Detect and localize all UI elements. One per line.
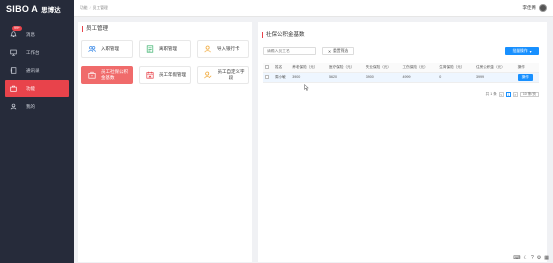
bell-icon bbox=[10, 31, 17, 38]
settings-icon[interactable]: ⚙ bbox=[537, 255, 541, 261]
page-size-select[interactable]: 10 条/页 bbox=[519, 92, 539, 97]
user-name: 李佳菁 bbox=[522, 5, 537, 10]
cell-medical: 5620 bbox=[327, 72, 364, 83]
briefcase-icon bbox=[10, 85, 17, 92]
table-header: 姓名 养老保险（元） 医疗保险（元） 失业保险（元） 工伤保险（元） 生育保险（… bbox=[263, 63, 539, 73]
prev-page-button[interactable]: < bbox=[498, 92, 504, 97]
system-tray: ⌨ ☾ ? ⚙ ▦ bbox=[513, 255, 549, 261]
address-book-icon bbox=[10, 67, 17, 74]
card-custom-fields[interactable]: 员工自定义字段 bbox=[197, 66, 249, 84]
card-label: 员工社保公积金基数 bbox=[101, 69, 128, 80]
card-onboarding[interactable]: 入职管理 bbox=[81, 40, 133, 58]
user-icon bbox=[10, 103, 17, 110]
sidebar-item-label: 功能 bbox=[26, 85, 35, 91]
column-header: 失业保险（元） bbox=[363, 63, 401, 73]
employee-management-panel: 员工管理 入职管理 离职管理 导入银行卡 员工社保公积金基数 员工年假管理 员工… bbox=[78, 22, 252, 262]
select-all-checkbox[interactable] bbox=[265, 64, 269, 69]
row-checkbox[interactable] bbox=[265, 74, 269, 79]
panel-title: 员工管理 bbox=[82, 26, 108, 32]
sidebar-item-workbench[interactable]: 工作台 bbox=[0, 44, 74, 61]
sidebar-item-label: 工作台 bbox=[26, 49, 40, 55]
sidebar-item-label: 我的 bbox=[26, 103, 35, 109]
breadcrumb-separator: / bbox=[89, 6, 91, 10]
grid-icon[interactable]: ▦ bbox=[544, 255, 549, 261]
cell-housing-fund: 3999 bbox=[474, 72, 516, 83]
sidebar-item-messages[interactable]: 99+ 消息 bbox=[0, 26, 74, 43]
card-import-bank-card[interactable]: 导入银行卡 bbox=[197, 40, 249, 58]
next-page-button[interactable]: > bbox=[512, 92, 518, 97]
breadcrumb: 功能 / 员工管理 bbox=[80, 6, 108, 11]
cell-name: 周小敏 bbox=[273, 72, 291, 83]
mouse-cursor-icon bbox=[304, 84, 309, 91]
user-menu[interactable]: 李佳菁 bbox=[522, 4, 547, 12]
table-row[interactable]: 周小敏 3900 5620 3900 4999 0 3999 操作 bbox=[263, 72, 539, 83]
page-size-label: 10 条/页 bbox=[522, 92, 536, 96]
column-header: 医疗保险（元） bbox=[327, 63, 364, 73]
logo-name: 思博达 bbox=[41, 7, 61, 14]
avatar[interactable] bbox=[539, 4, 547, 12]
logo-mark: SIBO A bbox=[6, 4, 39, 14]
cell-action: 操作 bbox=[515, 72, 539, 83]
card-social-security-base[interactable]: 员工社保公积金基数 bbox=[81, 66, 133, 84]
card-offboarding[interactable]: 离职管理 bbox=[139, 40, 191, 58]
column-header: 工伤保险（元） bbox=[400, 63, 438, 73]
cell-injury: 4999 bbox=[400, 72, 438, 83]
keyboard-icon[interactable]: ⌨ bbox=[513, 255, 520, 261]
column-header: 操作 bbox=[515, 63, 539, 73]
reset-filter-button[interactable]: ✕ 重置筛选 bbox=[322, 47, 354, 55]
user-import-icon bbox=[204, 45, 211, 53]
batch-action-button[interactable]: 批量操作 ▾ bbox=[505, 47, 539, 55]
card-label: 员工年假管理 bbox=[159, 72, 186, 77]
cell-pension: 3900 bbox=[290, 72, 328, 83]
select-all-cell[interactable] bbox=[263, 63, 273, 73]
cell-maternity: 0 bbox=[437, 72, 475, 83]
card-label: 入职管理 bbox=[101, 46, 119, 51]
sidebar-menu: 99+ 消息 工作台 通讯录 功能 我的 bbox=[0, 26, 74, 116]
close-icon: ✕ bbox=[327, 49, 331, 54]
chevron-down-icon: ▾ bbox=[529, 49, 532, 54]
cell-unemployment: 3900 bbox=[363, 72, 401, 83]
batch-action-label: 批量操作 bbox=[512, 48, 528, 53]
sidebar-item-mine[interactable]: 我的 bbox=[0, 98, 74, 115]
sidebar-item-contacts[interactable]: 通讯录 bbox=[0, 62, 74, 79]
calendar-icon bbox=[146, 71, 154, 79]
breadcrumb-home[interactable]: 功能 bbox=[80, 6, 88, 10]
moon-icon[interactable]: ☾ bbox=[524, 255, 528, 261]
reset-filter-label: 重置筛选 bbox=[333, 48, 349, 53]
sidebar-item-label: 通讯录 bbox=[26, 67, 40, 73]
card-label: 离职管理 bbox=[159, 46, 177, 51]
social-security-panel: 社保公积金基数 ✕重置筛选 批量操作▾ 姓名 养老保险（元） 医疗保险（元） 失… bbox=[258, 22, 547, 262]
logo: SIBO A 思博达 bbox=[6, 4, 61, 14]
sidebar: SIBO A 思博达 99+ 消息 工作台 通讯录 功能 我的 bbox=[0, 0, 74, 263]
column-header: 生育保险（元） bbox=[437, 63, 475, 73]
search-input[interactable] bbox=[263, 47, 316, 55]
pagination: 共 1 条 < 1 > 10 条/页 bbox=[486, 92, 539, 97]
column-header: 养老保险（元） bbox=[290, 63, 328, 73]
page-number[interactable]: 1 bbox=[505, 92, 511, 97]
sidebar-item-functions[interactable]: 功能 bbox=[5, 80, 69, 97]
social-security-table: 姓名 养老保险（元） 医疗保险（元） 失业保险（元） 工伤保险（元） 生育保险（… bbox=[263, 63, 539, 83]
briefcase-icon bbox=[88, 71, 96, 79]
document-icon bbox=[146, 45, 154, 53]
user-edit-icon bbox=[204, 71, 212, 79]
panel-title: 社保公积金基数 bbox=[262, 32, 305, 38]
users-icon bbox=[88, 46, 96, 52]
column-header: 住房公积金（元） bbox=[474, 63, 516, 73]
card-label: 导入银行卡 bbox=[217, 46, 240, 51]
message-badge: 99+ bbox=[12, 26, 22, 31]
sidebar-item-label: 消息 bbox=[26, 31, 35, 37]
row-select-cell[interactable] bbox=[263, 72, 273, 83]
column-header: 姓名 bbox=[273, 63, 291, 73]
help-icon[interactable]: ? bbox=[531, 255, 534, 261]
card-label: 员工自定义字段 bbox=[217, 69, 245, 80]
row-action-button[interactable]: 操作 bbox=[517, 73, 533, 81]
top-bar: 功能 / 员工管理 李佳菁 bbox=[74, 0, 553, 17]
breadcrumb-current: 员工管理 bbox=[92, 6, 108, 10]
pagination-total: 共 1 条 bbox=[485, 92, 497, 96]
desktop-icon bbox=[10, 49, 17, 56]
card-annual-leave[interactable]: 员工年假管理 bbox=[139, 66, 191, 84]
